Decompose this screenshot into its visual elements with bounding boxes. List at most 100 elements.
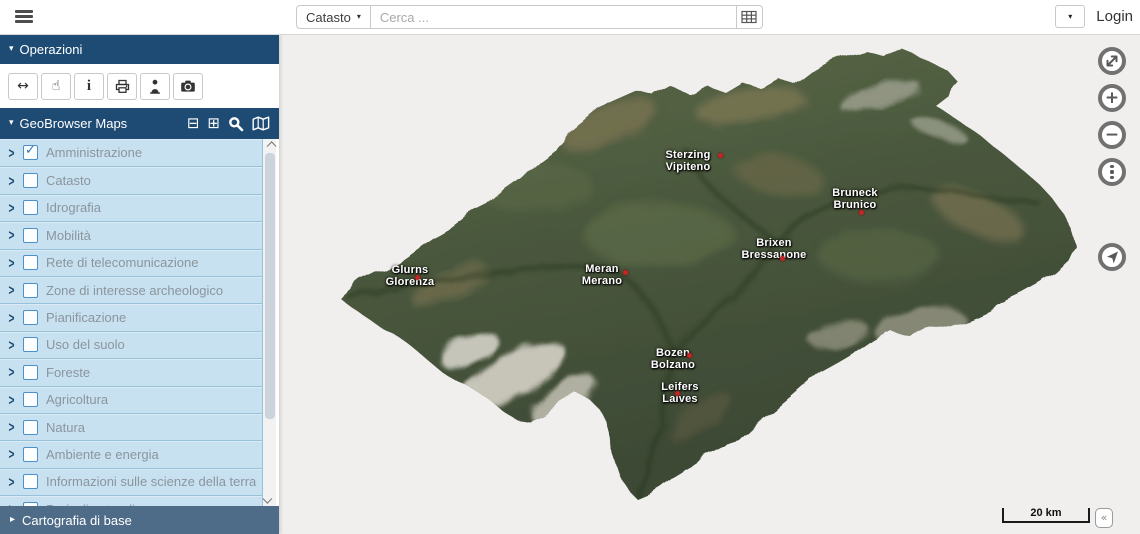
pointing-hand-icon: ☝ [52, 79, 61, 93]
layer-row[interactable]: > Amministrazione [0, 139, 263, 166]
layer-row[interactable]: > Ambiente e energia [0, 440, 263, 467]
login-link[interactable]: Login [1096, 8, 1133, 25]
layer-checkbox[interactable] [23, 420, 38, 435]
layer-list: >Amministrazione>Catasto>Idrografia>Mobi… [0, 139, 279, 506]
layer-checkbox[interactable] [23, 310, 38, 325]
layers-panel-header[interactable]: ▾ GeoBrowser Maps ⊟ ⊞ [0, 108, 279, 139]
chevron-right-icon[interactable]: > [9, 310, 15, 325]
layer-checkbox[interactable] [23, 173, 38, 188]
legend-map-icon[interactable] [252, 116, 270, 131]
measure-tool-button[interactable]: ↔ [8, 73, 38, 100]
login-dropdown-button[interactable]: ▾ [1055, 5, 1085, 28]
fullscreen-button[interactable] [1098, 47, 1126, 75]
search-layers-icon[interactable] [228, 116, 244, 132]
map-canvas[interactable]: + − 20 km « SterzingVipitenoBruneckBruni… [279, 35, 1140, 534]
layer-label: Rete di telecomunicazione [46, 255, 198, 270]
chevron-right-icon[interactable]: > [9, 337, 15, 352]
operations-toolbar: ↔ ☝ i [0, 64, 279, 108]
table-grid-icon [741, 10, 757, 24]
layer-row[interactable]: >Zone di interesse archeologico [0, 276, 263, 303]
print-button[interactable] [107, 73, 137, 100]
info-icon: i [87, 78, 91, 95]
layer-label: Ambiente e energia [46, 447, 159, 462]
info-tool-button[interactable]: i [74, 73, 104, 100]
search-bar: Catasto ▾ [296, 5, 763, 29]
hamburger-menu-button[interactable] [13, 6, 35, 27]
fullscreen-expand-icon [1103, 52, 1121, 70]
layer-row[interactable]: >Pericoli naturali [0, 495, 263, 506]
chevron-right-icon[interactable]: > [9, 365, 15, 380]
layer-row[interactable]: >Foreste [0, 358, 263, 385]
layer-label: Informazioni sulle scienze della terra [46, 474, 256, 489]
layer-row[interactable]: >Pianificazione [0, 303, 263, 330]
camera-icon [180, 79, 196, 93]
printer-icon [115, 79, 130, 94]
basemap-bar-title: Cartografia di base [22, 513, 132, 528]
zoom-in-button[interactable]: + [1098, 84, 1126, 112]
basemap-bar[interactable]: ▸ Cartografia di base [0, 506, 279, 534]
scroll-up-arrow[interactable] [263, 139, 276, 152]
chevron-right-icon[interactable]: > [9, 392, 15, 407]
expand-all-icon[interactable]: ⊞ [207, 116, 220, 131]
layer-checkbox[interactable] [23, 228, 38, 243]
chevron-right-icon[interactable]: > [9, 420, 15, 435]
layer-row[interactable]: >Catasto [0, 166, 263, 193]
chevron-right-icon[interactable]: > [9, 145, 15, 160]
layer-checkbox[interactable] [23, 283, 38, 298]
layer-checkbox[interactable] [23, 200, 38, 215]
screenshot-button[interactable] [173, 73, 203, 100]
layer-row[interactable]: > Rete di telecomunicazione [0, 249, 263, 276]
layer-row[interactable]: > Uso del suolo [0, 331, 263, 358]
layer-row[interactable]: > Agricoltura [0, 386, 263, 413]
scale-bar: 20 km [1002, 508, 1090, 523]
chevron-right-icon[interactable]: > [9, 283, 15, 298]
chevron-right-icon[interactable]: > [9, 228, 15, 243]
more-options-button[interactable] [1098, 158, 1126, 186]
search-category-dropdown[interactable]: Catasto ▾ [296, 5, 371, 29]
minus-icon: − [1105, 127, 1119, 144]
layer-row[interactable]: > Idrografia [0, 194, 263, 221]
locate-button[interactable] [1098, 243, 1126, 271]
layer-label: Idrografia [46, 200, 101, 215]
caret-right-icon: ▸ [10, 515, 15, 525]
zoom-out-button[interactable]: − [1098, 121, 1126, 149]
chevron-right-icon[interactable]: > [9, 255, 15, 270]
streetview-button[interactable] [140, 73, 170, 100]
search-category-label: Catasto [306, 10, 351, 25]
scroll-down-arrow[interactable] [263, 493, 276, 506]
layer-row[interactable]: > Mobilità [0, 221, 263, 248]
layer-checkbox[interactable] [23, 255, 38, 270]
caret-down-icon: ▾ [9, 45, 14, 54]
attribution-collapse-button[interactable]: « [1095, 508, 1113, 528]
chevron-right-icon[interactable]: > [9, 447, 15, 462]
layer-label: Uso del suolo [46, 337, 125, 352]
layer-checkbox[interactable] [23, 337, 38, 352]
layer-label: Amministrazione [46, 145, 142, 160]
operations-panel-header[interactable]: ▾ Operazioni [0, 35, 279, 64]
layer-checkbox[interactable] [23, 447, 38, 462]
search-input[interactable] [371, 5, 737, 29]
chevron-right-icon[interactable]: > [9, 173, 15, 188]
select-tool-button[interactable]: ☝ [41, 73, 71, 100]
layer-label: Mobilità [46, 228, 91, 243]
operations-panel-title: Operazioni [20, 42, 83, 57]
collapse-all-icon[interactable]: ⊟ [187, 116, 200, 131]
measure-arrows-icon: ↔ [17, 79, 29, 93]
hamburger-icon [15, 10, 33, 13]
search-results-table-button[interactable] [737, 5, 763, 29]
layer-checkbox[interactable] [23, 392, 38, 407]
layer-list-scrollbar[interactable] [263, 139, 276, 506]
layer-row[interactable]: > Informazioni sulle scienze della terra [0, 468, 263, 495]
layer-checkbox[interactable] [23, 145, 38, 160]
person-icon [148, 79, 162, 94]
layer-checkbox[interactable] [23, 474, 38, 489]
layers-panel-title: GeoBrowser Maps [20, 116, 128, 131]
layer-checkbox[interactable] [23, 365, 38, 380]
chevron-right-icon[interactable]: > [9, 474, 15, 489]
layer-row[interactable]: >Natura [0, 413, 263, 440]
scrollbar-thumb[interactable] [265, 153, 275, 419]
layer-label: Agricoltura [46, 392, 108, 407]
double-left-chevron-icon: « [1101, 511, 1108, 524]
chevron-right-icon[interactable]: > [9, 200, 15, 215]
sidebar: ▾ Operazioni ↔ ☝ i [0, 35, 279, 534]
